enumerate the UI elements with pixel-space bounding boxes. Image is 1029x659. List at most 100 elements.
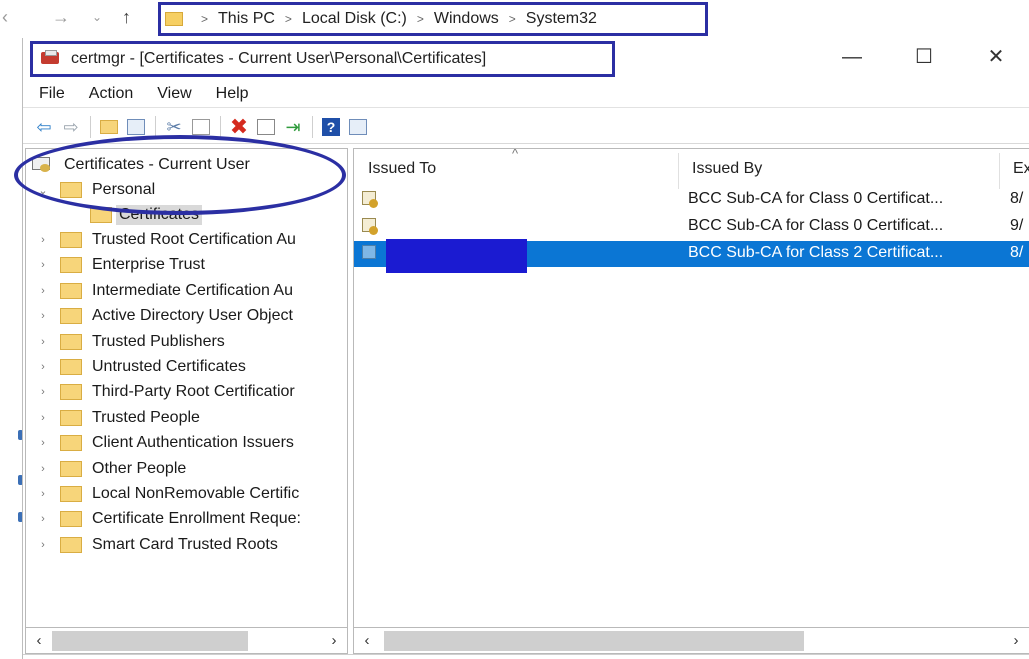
tree-node-label: Smart Card Trusted Roots [92,535,278,553]
column-header-issued-to[interactable]: Issued To ^ [354,149,677,189]
breadcrumb-system32[interactable]: System32 [526,10,597,28]
tree-node-label: Other People [92,459,187,477]
list-horizontal-scrollbar[interactable]: ‹ › [353,628,1029,654]
tree-node[interactable]: › Intermediate Certification Au [26,279,347,303]
cut-icon[interactable]: ✂ [161,114,187,140]
certificate-store-icon [32,156,54,174]
forward-icon[interactable]: ⇨ [58,114,84,140]
tree-node-label: Trusted Publishers [92,332,225,350]
forward-nav-icon[interactable]: → [52,6,70,28]
scroll-right-icon[interactable]: › [321,632,347,649]
tree-node[interactable]: › Other People [26,457,347,481]
menu-action[interactable]: Action [89,85,133,103]
folder-icon [60,486,82,502]
folder-icon [60,359,82,375]
window-title: certmgr - [Certificates - Current User\P… [71,50,487,67]
help-icon[interactable]: ? [318,114,344,140]
toolbar-separator [90,115,91,138]
chevron-right-icon[interactable]: › [36,513,50,525]
tree-node[interactable]: › Local NonRemovable Certific [26,482,347,506]
folder-icon [60,232,82,248]
chevron-right-icon[interactable]: › [36,437,50,449]
recent-chevron-icon[interactable]: ⌄ [92,6,102,28]
close-button[interactable]: ✕ [973,42,1019,72]
breadcrumb-this-pc[interactable]: This PC [218,10,275,28]
delete-icon[interactable]: ✖ [226,114,252,140]
chevron-right-icon[interactable]: › [36,463,50,475]
properties-icon[interactable] [253,114,279,140]
tree-node[interactable]: › Enterprise Trust [26,253,347,277]
folder-icon [60,435,82,452]
toolbar: ⇦ ⇨ ✂ ✖ ⇥ ? [23,110,1029,144]
up-folder-icon[interactable] [96,114,122,140]
folder-icon [60,536,82,553]
certificate-row-selected[interactable]: BCC Sub-CA for Class 2 Certificat... 8/ [354,239,1029,273]
back-nav-icon[interactable]: ‹ [2,6,8,28]
tree-node-personal-certificates[interactable]: Certificates [26,203,347,227]
chevron-right-icon[interactable]: › [36,285,50,297]
tree-node[interactable]: › Client Authentication Issuers [26,431,347,455]
address-breadcrumb[interactable]: > This PC > Local Disk (C:) > Windows > … [158,2,708,36]
scroll-thumb[interactable] [384,630,804,651]
export-icon[interactable]: ⇥ [280,114,306,140]
chevron-right-icon[interactable]: › [36,310,50,322]
tree-node-label: Intermediate Certification Au [92,281,293,299]
menu-bar: File Action View Help [23,80,1029,108]
scroll-right-icon[interactable]: › [1003,632,1029,649]
breadcrumb-local-disk[interactable]: Local Disk (C:) [302,10,407,28]
chevron-down-icon[interactable]: ⌄ [36,184,50,197]
certificate-icon [360,217,382,237]
menu-view[interactable]: View [157,85,191,103]
minimize-button[interactable]: — [829,42,875,72]
scroll-left-icon[interactable]: ‹ [354,632,380,649]
scroll-left-icon[interactable]: ‹ [26,632,52,649]
chevron-right-icon[interactable]: › [36,488,50,500]
breadcrumb-windows[interactable]: Windows [434,10,499,28]
tree-node[interactable]: › Trusted Publishers [26,330,347,354]
chevron-right-icon[interactable]: › [36,259,50,271]
certificate-row[interactable]: BCC Sub-CA for Class 0 Certificat... 9/ [354,214,1029,240]
column-header-expiration[interactable]: Ex [999,149,1029,189]
certificate-list-pane: Issued To ^ Issued By Ex BCC Sub-CA for … [353,148,1029,628]
folder-icon [60,257,82,274]
tree-root-node[interactable]: Certificates - Current User [26,153,347,177]
toolbar-separator [155,115,156,138]
chevron-right-icon[interactable]: › [36,361,50,373]
folder-icon [60,182,82,198]
console-icon[interactable] [345,114,371,140]
menu-file[interactable]: File [39,85,65,103]
tree-node[interactable]: › Trusted People [26,406,347,430]
chevron-right-icon[interactable]: › [36,234,50,246]
menu-help[interactable]: Help [216,85,249,103]
tree-node[interactable]: › Certificate Enrollment Reque: [26,507,347,531]
folder-icon [165,12,183,26]
chevron-right-icon[interactable]: › [36,386,50,398]
tree-node-personal[interactable]: ⌄ Personal [26,178,347,202]
background-window-edge [0,38,23,659]
scroll-thumb[interactable] [52,630,248,651]
column-header-issued-by[interactable]: Issued By [678,149,998,189]
show-hide-tree-icon[interactable] [123,114,149,140]
tree-node[interactable]: › Active Directory User Object [26,304,347,328]
folder-icon [60,511,82,528]
up-arrow-icon[interactable]: ↑ [122,6,131,28]
chevron-right-icon[interactable]: › [36,412,50,424]
redaction-box [386,239,527,273]
tree-node[interactable]: › Untrusted Certificates [26,355,347,379]
certificate-row[interactable]: BCC Sub-CA for Class 0 Certificat... 8/ [354,187,1029,213]
tree-horizontal-scrollbar[interactable]: ‹ › [25,628,348,654]
screenshot-root: ‹ → ⌄ ↑ > This PC > Local Disk (C:) > Wi… [0,0,1029,659]
chevron-right-icon[interactable]: › [36,539,50,551]
tree-node[interactable]: › Smart Card Trusted Roots [26,533,347,557]
chevron-right-icon[interactable]: › [36,336,50,348]
back-icon[interactable]: ⇦ [31,114,57,140]
title-highlight-box: certmgr - [Certificates - Current User\P… [30,41,615,77]
title-bar[interactable]: certmgr - [Certificates - Current User\P… [23,38,1029,78]
folder-icon [60,409,82,426]
tree-node-label: Certificate Enrollment Reque: [92,510,301,528]
copy-icon[interactable] [188,114,214,140]
tree-node[interactable]: › Trusted Root Certification Au [26,228,347,252]
maximize-button[interactable]: ☐ [901,42,947,72]
tree-node[interactable]: › Third-Party Root Certificatior [26,380,347,404]
toolbar-separator [312,115,313,138]
